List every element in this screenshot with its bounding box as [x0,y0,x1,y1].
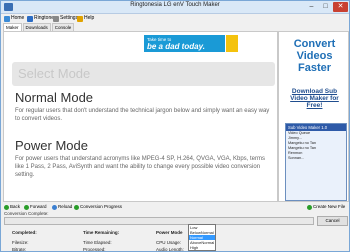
tab-strip: Maker Downloads Console [3,23,75,31]
close-button[interactable]: ✕ [333,2,348,12]
menu-home[interactable]: Home [4,14,24,23]
reload-icon [52,204,57,210]
processed-label: Processed: [83,247,106,252]
cancel-button[interactable]: Cancel [317,216,348,226]
sidebar-ad[interactable]: Convert Videos Faster Download Sub Video… [278,31,349,202]
menu-help[interactable]: Help [77,14,94,23]
forward-button[interactable]: Forward [24,203,47,211]
menu-ringtone-label: Ringtone [34,15,55,21]
navigation-bar: Back Forward Reload Conversion Progress … [1,203,349,211]
dropdown-option[interactable]: High [189,245,215,250]
back-label: Back [10,204,21,209]
menu-home-label: Home [11,15,25,21]
home-icon [4,15,10,22]
time-elapsed-label: Time Elapsed: [83,240,112,245]
progress-icon [74,204,79,210]
menu-settings-label: Settings [60,15,79,21]
sidebar-ad-title: Convert Videos Faster [293,38,336,74]
tab-console[interactable]: Console [51,23,75,31]
window-title: Ringtonesia LG enV Touch Maker [130,2,220,8]
list-item: Sonnan... [288,156,305,160]
back-icon [4,204,9,210]
create-new-file-label: Create New File [313,204,346,209]
menu-settings[interactable]: Settings [53,14,78,23]
time-remaining-label: Time Remaining: [83,230,120,235]
reload-button[interactable]: Reload [52,203,72,211]
maximize-button[interactable]: □ [319,2,332,12]
progress-label: Conversion Complete: [4,211,49,216]
conversion-progress-label: Conversion Progress [80,204,123,209]
forward-label: Forward [30,204,47,209]
title-bar: Ringtonesia LG enV Touch Maker – □ ✕ [1,1,349,14]
create-new-file-button[interactable]: Create New File [307,203,345,211]
sidebar-ad-screenshot: Sub Video Maker 1.0 Video Queue Jimmy...… [285,123,347,201]
normal-mode-desc: For regular users that don't understand … [15,108,270,122]
completed-label: Completed: [12,230,37,235]
menu-help-label: Help [84,15,95,21]
banner-ad-line2: be a dad today. [147,42,205,51]
audio-length-label: Audio Length: [156,247,184,252]
cpu-usage-label: CPU Usage: [156,240,182,245]
ringtone-icon [27,15,33,22]
tab-downloads[interactable]: Downloads [22,23,51,31]
back-button[interactable]: Back [4,203,20,211]
conversion-progress-button[interactable]: Conversion Progress [74,203,122,211]
banner-ad[interactable]: Take time to be a dad today. [144,35,225,52]
reload-label: Reload [58,204,73,209]
sidebar-ad-window-title: Sub Video Maker 1.0 [286,124,346,131]
menu-bar: Home Ringtone Settings Help [1,14,349,23]
power-mode-label: Power Mode [156,230,183,235]
select-mode-heading: Select Mode [12,62,275,86]
menu-ringtone[interactable]: Ringtone [27,14,54,23]
tab-maker[interactable]: Maker [3,23,22,31]
minimize-button[interactable]: – [305,2,318,12]
sidebar-ad-link[interactable]: Download Sub Video Maker for Free! [283,88,346,109]
power-mode-link[interactable]: Power Mode [15,138,88,153]
main-content: Take time to be a dad today. Select Mode… [3,31,278,202]
conversion-progress-bar [4,217,314,225]
normal-mode-link[interactable]: Normal Mode [15,90,93,105]
new-file-icon [307,204,312,210]
power-mode-desc: For power users that understand acronyms… [15,156,265,178]
app-window: Ringtonesia LG enV Touch Maker – □ ✕ Hom… [0,0,350,252]
gear-icon [53,15,59,22]
help-icon [77,15,83,22]
cpu-usage-dropdown: Low BelowNormal Normal AboveNormal High [188,224,216,251]
forward-icon [24,204,29,210]
filesize-label: Filesize: [12,240,29,245]
bitrate-label: Bitrate: [12,247,27,252]
ad-logo-icon [226,35,238,52]
